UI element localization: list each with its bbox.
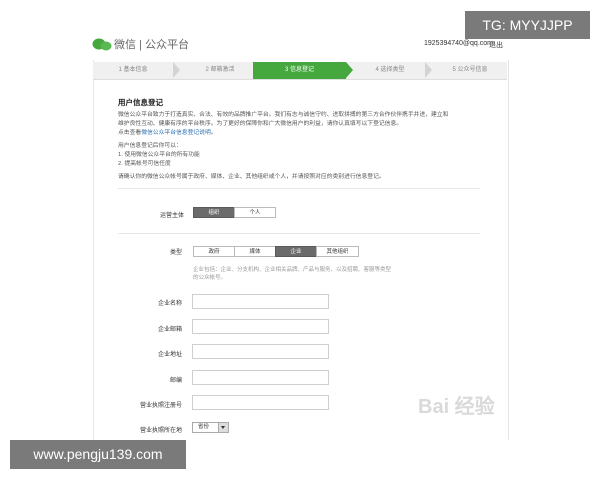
type-label: 类型 bbox=[169, 250, 182, 256]
license-location-label: 营业执照所在地 bbox=[139, 428, 182, 434]
step-4: 4 选择类型 bbox=[375, 67, 405, 73]
chevron-down-icon[interactable] bbox=[218, 423, 228, 432]
progress-steps: 1 基本信息 2 邮箱激活 3 信息登记 4 选择类型 5 公众号信息 bbox=[93, 62, 507, 80]
intro-line-2: 维护良性互动、健康有序的平台秩序。为了更好的保障你和广大微信用户的利益，请你认真… bbox=[118, 121, 403, 127]
company-address-input[interactable] bbox=[192, 344, 329, 359]
watermark-text: Bai 经验 bbox=[418, 394, 495, 418]
company-name-label: 企业名称 bbox=[157, 301, 182, 307]
company-address-label: 企业地址 bbox=[157, 352, 182, 358]
type-option-media[interactable]: 媒体 bbox=[234, 246, 276, 257]
intro-line-3: 点击查看微信公众平台信息登记说明。 bbox=[118, 127, 217, 136]
step-5: 5 公众号信息 bbox=[452, 67, 488, 73]
step-active-arrow-icon bbox=[346, 62, 353, 78]
license-number-input[interactable] bbox=[192, 395, 329, 410]
step-3-active: 3 信息登记 bbox=[253, 62, 346, 79]
step-separator-icon bbox=[173, 62, 180, 78]
benefits-title: 用户信息登记后你可以： bbox=[118, 143, 182, 149]
benefit-2: 2. 提高帐号可信任度 bbox=[118, 161, 171, 167]
tg-badge: TG: MYYJJPP bbox=[465, 11, 590, 39]
intro-line-3-prefix: 点击查看 bbox=[118, 130, 142, 136]
postal-code-label: 邮编 bbox=[169, 378, 182, 384]
intro-line-3-suffix: 。 bbox=[210, 130, 217, 136]
step-2: 2 邮箱激活 bbox=[205, 67, 235, 73]
company-email-label: 企业邮箱 bbox=[157, 327, 182, 333]
company-name-input[interactable] bbox=[192, 294, 329, 309]
province-select[interactable]: 省份 bbox=[192, 422, 229, 433]
benefit-1: 1. 使用微信公众平台的所有功能 bbox=[118, 152, 200, 158]
registration-guide-link[interactable]: 微信公众平台信息登记说明 bbox=[141, 130, 211, 136]
license-number-label: 营业执照注册号 bbox=[139, 403, 182, 409]
logo-text: 微信 | 公众平台 bbox=[114, 39, 189, 51]
wechat-logo-icon bbox=[92, 38, 112, 51]
user-email[interactable]: 1925394740@qq.com bbox=[424, 40, 493, 47]
page-title: 用户信息登记 bbox=[118, 98, 163, 107]
divider bbox=[118, 233, 480, 234]
operator-option-individual[interactable]: 个人 bbox=[234, 207, 276, 218]
province-select-value: 省份 bbox=[198, 424, 210, 430]
postal-code-input[interactable] bbox=[192, 370, 329, 385]
type-option-enterprise[interactable]: 企业 bbox=[275, 246, 317, 257]
baidu-watermark-icon: Bai 经验 bbox=[418, 394, 495, 418]
step-1: 1 基本信息 bbox=[118, 67, 148, 73]
site-badge: www.pengju139.com bbox=[10, 440, 186, 469]
operator-option-organization[interactable]: 组织 bbox=[193, 207, 235, 218]
step-separator-icon bbox=[425, 62, 432, 78]
type-option-other-org[interactable]: 其他组织 bbox=[316, 246, 359, 257]
type-hint-line-1: 企业包括：企业、分支机构、企业相关品牌、产品与服务、以及招聘、客服等类型 bbox=[193, 267, 392, 273]
type-option-government[interactable]: 政府 bbox=[193, 246, 235, 257]
category-instruction: 请确认你的微信公众帐号属于政府、媒体、企业、其他组织或个人，并请按照对应的类别进… bbox=[118, 174, 385, 180]
operator-label: 运营主体 bbox=[159, 213, 184, 219]
logout-link[interactable]: 退出 bbox=[489, 40, 503, 50]
type-hint-line-2: 的公众帐号。 bbox=[193, 275, 227, 281]
intro-line-1: 微信公众平台致力于打造真实、合法、有效的品牌推广平台。我们有志与诚信守约、进取拼… bbox=[118, 112, 449, 118]
company-email-input[interactable] bbox=[192, 319, 329, 334]
divider bbox=[118, 188, 480, 189]
